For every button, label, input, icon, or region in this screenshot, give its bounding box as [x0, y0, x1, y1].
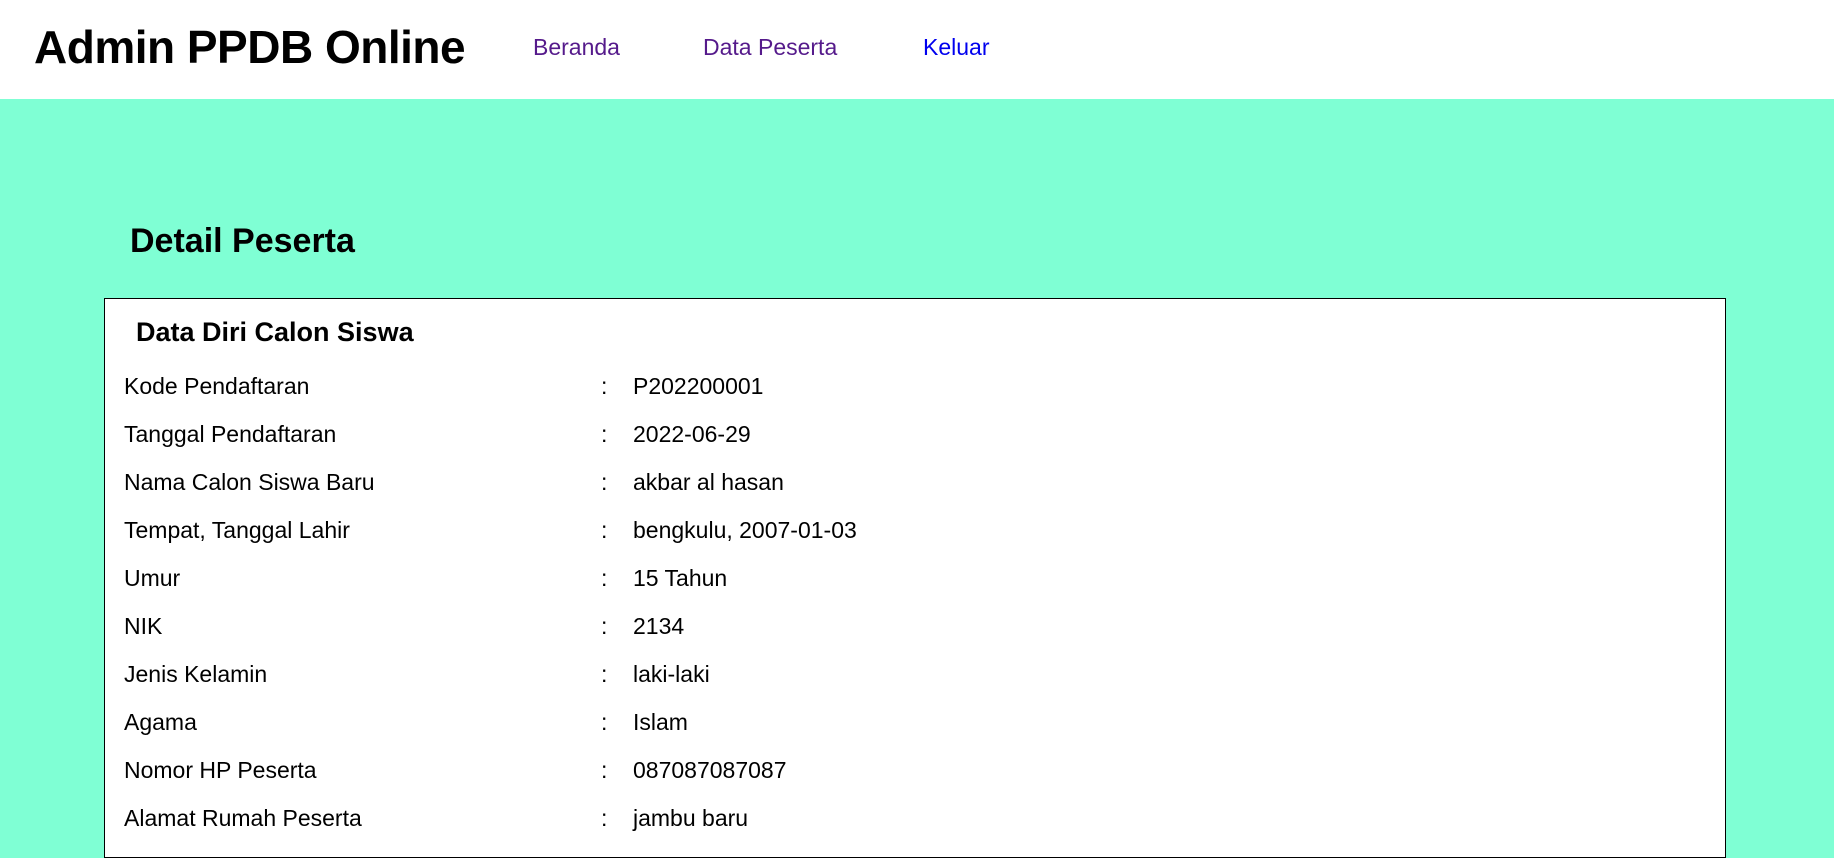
row-separator: : [601, 421, 608, 447]
row-separator: : [601, 613, 608, 639]
nav-keluar-link[interactable]: Keluar [923, 34, 989, 61]
row-value: laki-laki [633, 661, 710, 687]
row-label: Nomor HP Peserta [124, 757, 317, 783]
row-label: Alamat Rumah Peserta [124, 805, 362, 831]
detail-row-agama: Agama : Islam [124, 709, 1704, 741]
row-separator: : [601, 565, 608, 591]
row-value: jambu baru [633, 805, 749, 831]
row-label: Nama Calon Siswa Baru [124, 469, 375, 495]
row-label: Tanggal Pendaftaran [124, 421, 337, 447]
top-header: Admin PPDB Online Beranda Data Peserta K… [0, 0, 1834, 99]
detail-row-tanggal-pendaftaran: Tanggal Pendaftaran : 2022-06-29 [124, 421, 1704, 453]
row-separator: : [601, 517, 608, 543]
row-value: 087087087087 [633, 757, 787, 783]
detail-row-alamat-rumah: Alamat Rumah Peserta : jambu baru [124, 805, 1704, 837]
row-value: Islam [633, 709, 688, 735]
section-title: Data Diri Calon Siswa [136, 317, 414, 347]
detail-row-jenis-kelamin: Jenis Kelamin : laki-laki [124, 661, 1704, 693]
row-label: Tempat, Tanggal Lahir [124, 517, 350, 543]
row-label: Jenis Kelamin [124, 661, 268, 687]
row-separator: : [601, 469, 608, 495]
nav-data-peserta-link[interactable]: Data Peserta [703, 34, 837, 61]
nav-beranda-link[interactable]: Beranda [533, 34, 620, 61]
row-label: Kode Pendaftaran [124, 373, 310, 399]
row-value: 2022-06-29 [633, 421, 751, 447]
detail-row-nik: NIK : 2134 [124, 613, 1704, 645]
detail-row-nama-calon-siswa: Nama Calon Siswa Baru : akbar al hasan [124, 469, 1704, 501]
detail-row-kode-pendaftaran: Kode Pendaftaran : P202200001 [124, 373, 1704, 405]
page-title: Detail Peserta [130, 222, 355, 260]
site-brand: Admin PPDB Online [34, 21, 466, 73]
detail-row-umur: Umur : 15 Tahun [124, 565, 1704, 597]
detail-row-tempat-tanggal-lahir: Tempat, Tanggal Lahir : bengkulu, 2007-0… [124, 517, 1704, 549]
row-label: NIK [124, 613, 163, 639]
row-separator: : [601, 757, 608, 783]
row-label: Umur [124, 565, 181, 591]
detail-row-nomor-hp: Nomor HP Peserta : 087087087087 [124, 757, 1704, 789]
row-separator: : [601, 805, 608, 831]
participant-detail-panel: Data Diri Calon Siswa Kode Pendaftaran :… [104, 298, 1726, 858]
row-value: P202200001 [633, 373, 764, 399]
row-label: Agama [124, 709, 197, 735]
row-separator: : [601, 709, 608, 735]
row-value: 15 Tahun [633, 565, 728, 591]
row-separator: : [601, 661, 608, 687]
row-separator: : [601, 373, 608, 399]
row-value: bengkulu, 2007-01-03 [633, 517, 857, 543]
row-value: 2134 [633, 613, 685, 639]
row-value: akbar al hasan [633, 469, 784, 495]
